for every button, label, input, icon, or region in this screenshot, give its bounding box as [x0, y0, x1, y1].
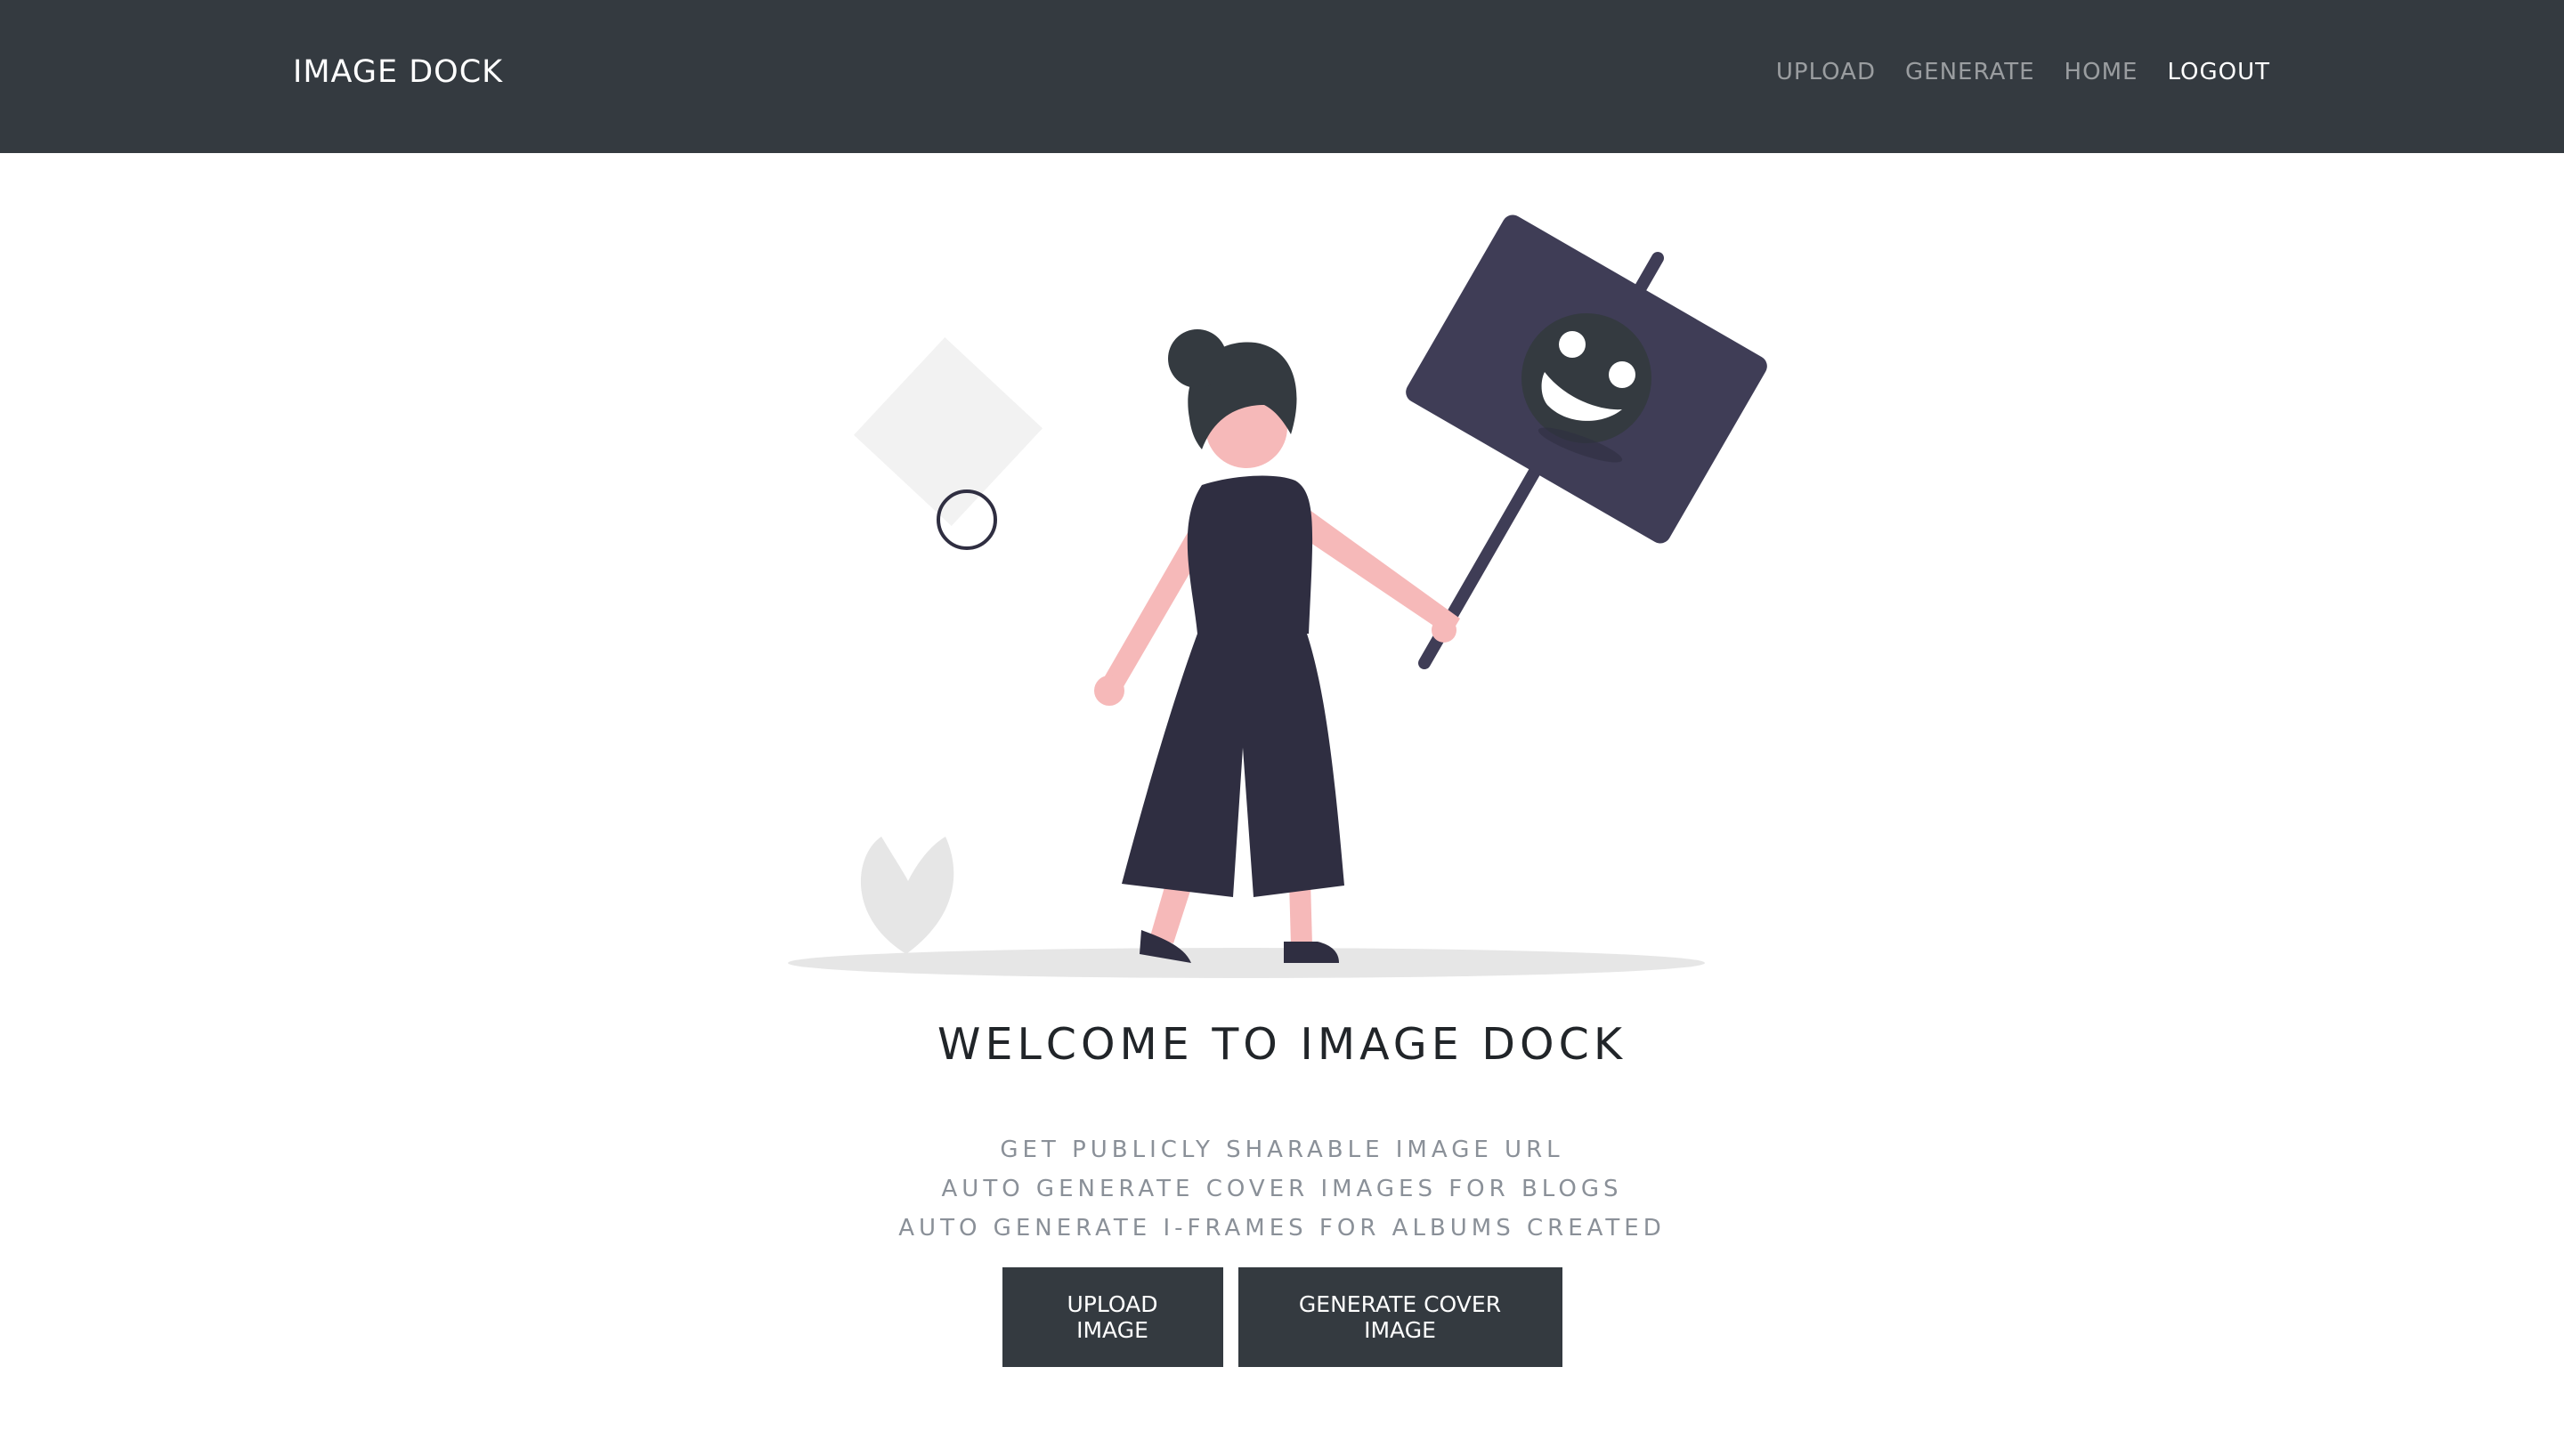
generate-cover-image-button[interactable]: GENERATE COVER IMAGE — [1237, 1267, 1562, 1367]
woman-figure — [1094, 329, 1460, 963]
upload-image-button[interactable]: UPLOAD IMAGE — [1002, 1267, 1223, 1367]
feature-item: AUTO GENERATE COVER IMAGES FOR BLOGS — [941, 1176, 1623, 1202]
feature-item: GET PUBLICLY SHARABLE IMAGE URL — [1000, 1136, 1564, 1163]
feature-list: GET PUBLICLY SHARABLE IMAGE URL AUTO GEN… — [0, 1130, 2564, 1248]
feature-item: AUTO GENERATE I-FRAMES FOR ALBUMS CREATE… — [898, 1215, 1666, 1242]
action-buttons: UPLOAD IMAGE GENERATE COVER IMAGE — [0, 1267, 2564, 1367]
ground-shadow — [788, 948, 1705, 978]
page-title: WELCOME TO IMAGE DOCK — [937, 1019, 1627, 1070]
plant-icon — [860, 837, 954, 954]
